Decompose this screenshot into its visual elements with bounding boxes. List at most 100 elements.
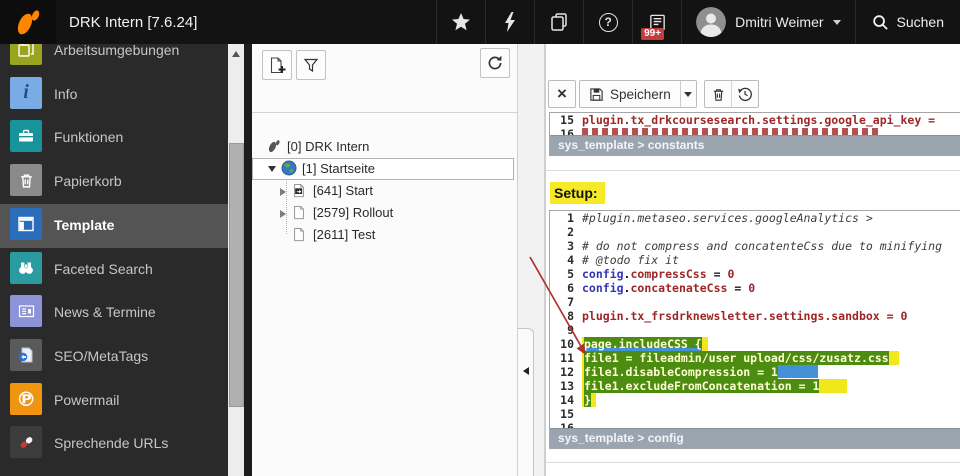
scrollbar-thumb[interactable] (229, 143, 244, 407)
line-number: 10 (550, 337, 582, 351)
record-actions-group (704, 80, 759, 108)
template-icon (10, 208, 42, 240)
sidebar-item-info[interactable]: iInfo (0, 73, 228, 117)
highlight-green: page.includeCSS { (584, 337, 702, 351)
content-area: × Speichern (545, 44, 960, 476)
highlight-green: file1.excludeFromConcatenation = 1 (584, 379, 819, 393)
history-button[interactable] (731, 81, 758, 107)
floppy-icon (589, 87, 604, 102)
typo3-logo-icon (11, 6, 45, 38)
save-split-button[interactable]: Speichern (579, 80, 697, 108)
sidebar-item-label: News & Termine (54, 291, 156, 333)
code-line: 15plugin.tx_drkcoursesearch.settings.goo… (550, 113, 960, 127)
config-editor[interactable]: 1#plugin.metaseo.services.googleAnalytic… (549, 210, 960, 449)
sidebar-item-papierkorb[interactable]: Papierkorb (0, 160, 228, 204)
line-number: 16 (550, 421, 582, 428)
refresh-icon (486, 54, 504, 72)
line-number: 3 (550, 239, 582, 253)
seo-icon (10, 339, 42, 371)
tree-node-2611-test[interactable]: [2611] Test (252, 224, 517, 246)
sidebar-item-faceted-search[interactable]: Faceted Search (0, 248, 228, 292)
sidebar-item-seo-metatags[interactable]: SEO/MetaTags (0, 335, 228, 379)
expand-toggle-icon[interactable] (268, 166, 276, 172)
user-menu[interactable]: Dmitri Weimer (681, 0, 854, 44)
tree-collapse-handle[interactable] (518, 328, 534, 476)
open-documents-button[interactable] (534, 0, 583, 44)
site-title: DRK Intern [7.6.24] (69, 14, 197, 31)
code-line: 1#plugin.metaseo.services.googleAnalytic… (550, 211, 960, 225)
tree-node-label: [0] DRK Intern (287, 139, 369, 154)
tree-node-1-startseite[interactable]: [1] Startseite (252, 158, 514, 180)
code-line: 15 (550, 407, 960, 421)
code-line: 3# do not compress and concatenteCss due… (550, 239, 960, 253)
filter-icon (303, 58, 319, 73)
panel-divider (252, 112, 517, 113)
highlight-yellow: file1.excludeFromConcatenation = 1 (582, 379, 847, 393)
collapse-toggle-icon[interactable] (280, 188, 286, 196)
delete-button[interactable] (705, 81, 731, 107)
star-icon (451, 12, 471, 32)
line-number: 4 (550, 253, 582, 267)
code-line: 11file1 = fileadmin/user upload/css/zusa… (550, 351, 960, 365)
sidebar-edge (244, 44, 252, 476)
constants-code[interactable]: 15plugin.tx_drkcoursesearch.settings.goo… (550, 113, 960, 135)
sidebar-scrollbar[interactable] (228, 44, 244, 476)
page-icon (292, 205, 308, 221)
tree-node-641-start[interactable]: [641] Start (252, 180, 517, 202)
highlight-green: file1.disableCompression = 1 (584, 365, 778, 379)
page-icon (292, 227, 308, 243)
news-icon (10, 295, 42, 327)
code-line: 14} (550, 393, 960, 407)
sidebar-item-powermail[interactable]: ℗ Powermail (0, 379, 228, 423)
collapse-toggle-icon[interactable] (280, 210, 286, 218)
close-button[interactable]: × (548, 80, 576, 108)
code-line: 12file1.disableCompression = 1 (550, 365, 960, 379)
typo3-logo[interactable] (0, 0, 56, 44)
sidebar-item-label: Powermail (54, 379, 119, 421)
filter-button[interactable] (296, 50, 326, 80)
section-divider (546, 170, 960, 171)
search-button[interactable]: Suchen (855, 0, 960, 44)
tree-node-label: [1] Startseite (302, 161, 375, 176)
code-line: 4# @todo fix it (550, 253, 960, 267)
new-page-button[interactable] (262, 50, 292, 80)
powermail-icon: ℗ (10, 383, 42, 415)
line-number: 14 (550, 393, 582, 407)
bookmarks-button[interactable] (436, 0, 485, 44)
save-options-button[interactable] (680, 81, 696, 107)
highlight-yellow: file1 = fileadmin/user upload/css/zusatz… (582, 351, 899, 365)
line-number: 2 (550, 225, 582, 239)
sidebar-item-news-termine[interactable]: News & Termine (0, 291, 228, 335)
module-sidebar: ArbeitsumgebungeniInfoFunktionenPapierko… (0, 44, 228, 476)
help-button[interactable]: ? (583, 0, 632, 44)
sidebar-item-sprechende-urls[interactable]: Sprechende URLs (0, 422, 228, 466)
sidebar-item-funktionen[interactable]: Funktionen (0, 116, 228, 160)
sidebar-item-label: Arbeitsumgebungen (54, 44, 179, 71)
sidebar-item-arbeitsumgebungen[interactable]: Arbeitsumgebungen (0, 44, 228, 73)
notifications-button[interactable]: 99+ (632, 0, 681, 44)
code-line: 13file1.excludeFromConcatenation = 1 (550, 379, 960, 393)
refresh-button[interactable] (480, 48, 510, 78)
code-line: 7 (550, 295, 960, 309)
sidebar-item-label: SEO/MetaTags (54, 335, 148, 377)
typo3-backend: DRK Intern [7.6.24] ? (0, 0, 960, 476)
config-code[interactable]: 1#plugin.metaseo.services.googleAnalytic… (550, 211, 960, 428)
tree-node-0-drk-intern[interactable]: [0] DRK Intern (252, 136, 517, 158)
highlight-yellow: file1.disableCompression = 1 (582, 365, 778, 379)
tree-node-label: [641] Start (313, 183, 373, 198)
clear-cache-button[interactable] (485, 0, 534, 44)
clipped-code-text (582, 128, 882, 135)
tree-node-2579-rollout[interactable]: [2579] Rollout (252, 202, 517, 224)
save-button[interactable]: Speichern (580, 81, 680, 107)
typo3-root-icon (266, 138, 282, 154)
avatar (696, 7, 726, 37)
constants-editor[interactable]: 15plugin.tx_drkcoursesearch.settings.goo… (549, 112, 960, 156)
scroll-up-arrow-icon[interactable] (232, 51, 240, 57)
lightning-icon (504, 12, 516, 32)
page-tree-panel: [0] DRK Intern [1] Startseite [641] Start [… (252, 44, 518, 476)
code-line: 2 (550, 225, 960, 239)
sidebar-item-label: Funktionen (54, 116, 123, 158)
top-bar: DRK Intern [7.6.24] ? (0, 0, 960, 44)
sidebar-item-label: Template (54, 204, 114, 246)
sidebar-item-template[interactable]: Template (0, 204, 228, 248)
